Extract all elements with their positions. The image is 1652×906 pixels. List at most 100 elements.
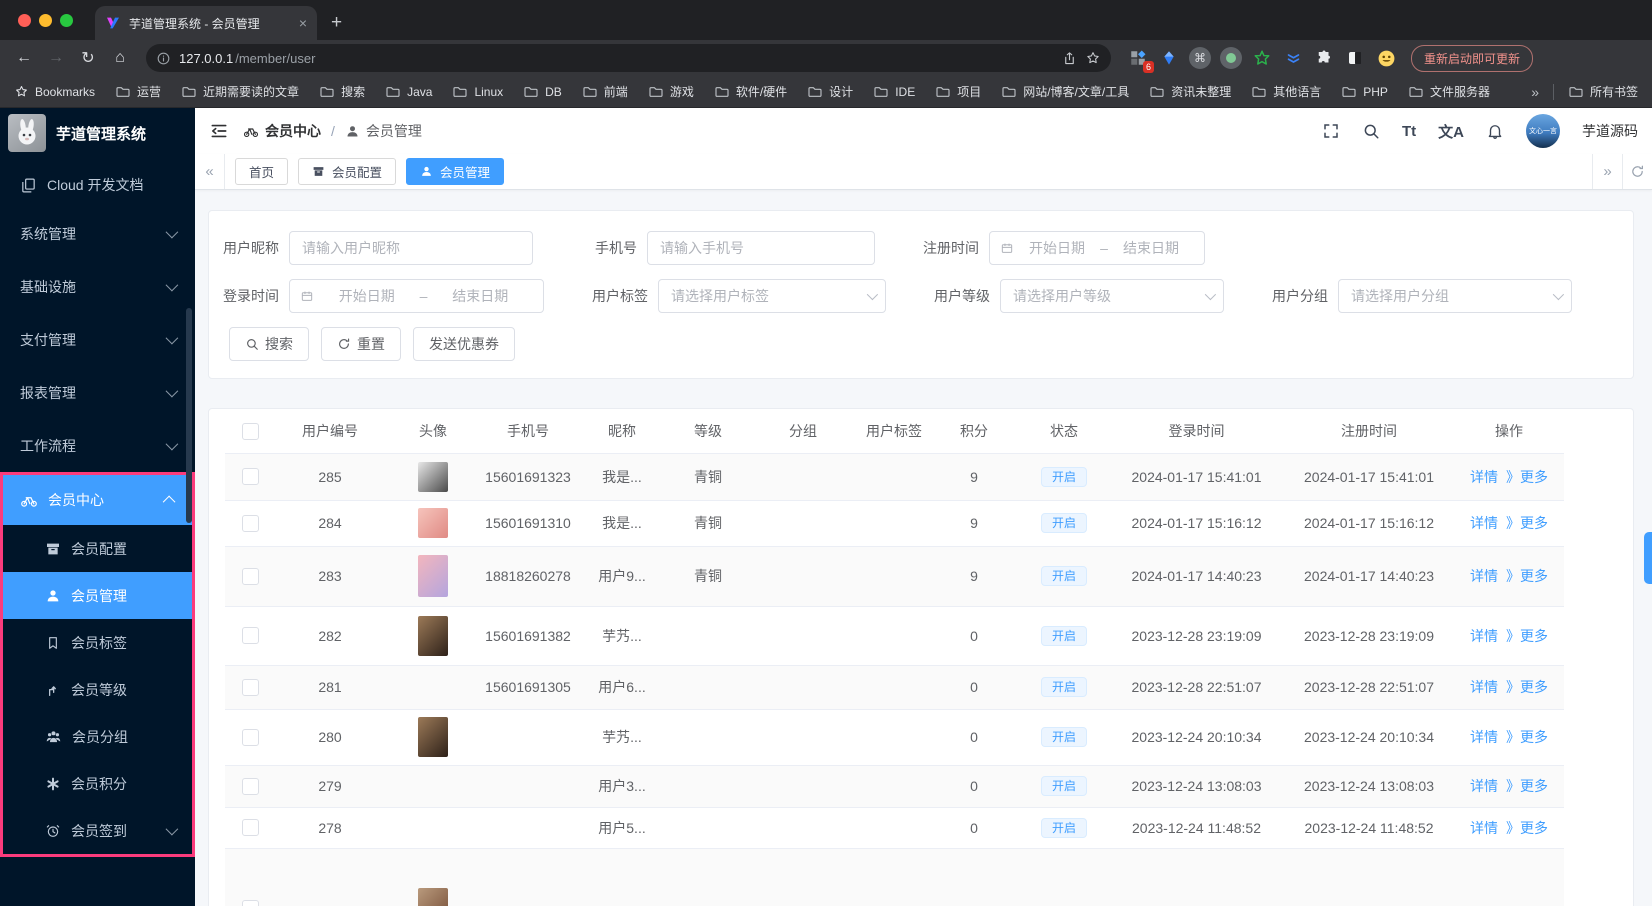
breadcrumb-member-center[interactable]: 会员中心 [243, 121, 321, 141]
tab-member-config[interactable]: 会员配置 [298, 158, 397, 185]
browser-update-button[interactable]: 重新启动即可更新 [1411, 44, 1534, 72]
row-checkbox[interactable] [241, 468, 259, 486]
user-level-select[interactable]: 请选择用户等级 [1000, 279, 1224, 313]
sidebar-group[interactable]: 工作流程 [0, 419, 195, 472]
bookmark-folder[interactable]: 设计 [807, 83, 853, 100]
detail-link[interactable]: 详情 [1470, 820, 1498, 836]
all-bookmarks-folder[interactable]: 所有书签 [1568, 83, 1638, 100]
extension-icon[interactable]: 6 [1127, 47, 1154, 73]
more-link[interactable]: 》更多 [1506, 515, 1548, 531]
extension-icon[interactable]: ⌘ [1189, 47, 1211, 69]
nickname-input[interactable] [289, 231, 533, 265]
row-checkbox[interactable] [241, 514, 259, 532]
row-checkbox[interactable] [241, 819, 259, 837]
sidebar-item-member-config[interactable]: 会员配置 [3, 525, 192, 572]
login-time-range[interactable]: 开始日期 – 结束日期 [289, 279, 544, 313]
notification-bell-icon[interactable] [1486, 122, 1504, 140]
row-checkbox[interactable] [241, 627, 259, 645]
extension-icon[interactable] [1282, 47, 1304, 69]
forward-button[interactable]: → [42, 44, 70, 72]
sidebar-item-member-point[interactable]: 会员积分 [3, 760, 192, 807]
sidebar-group[interactable]: 基础设施 [0, 260, 195, 313]
close-window-button[interactable] [18, 14, 31, 27]
bookmarks-overflow-chevron[interactable]: » [1531, 84, 1539, 100]
detail-link[interactable]: 详情 [1470, 469, 1498, 485]
bookmark-folder[interactable]: 软件/硬件 [714, 83, 787, 100]
bookmarks-root-folder[interactable]: Bookmarks [14, 84, 95, 99]
detail-link[interactable]: 详情 [1470, 729, 1498, 745]
more-link[interactable]: 》更多 [1506, 820, 1548, 836]
tab-home[interactable]: 首页 [235, 158, 289, 185]
user-group-select[interactable]: 请选择用户分组 [1338, 279, 1572, 313]
font-size-icon[interactable]: Tt [1402, 123, 1416, 140]
bookmark-folder[interactable]: 近期需要读的文章 [181, 83, 299, 100]
sidebar-item-member-tag[interactable]: 会员标签 [3, 619, 192, 666]
more-link[interactable]: 》更多 [1506, 628, 1548, 644]
bookmark-folder[interactable]: 资讯未整理 [1149, 83, 1231, 100]
site-info-icon[interactable] [156, 51, 171, 66]
row-checkbox[interactable] [241, 678, 259, 696]
detail-link[interactable]: 详情 [1470, 568, 1498, 584]
extension-icon[interactable] [1344, 47, 1366, 69]
sidebar-item-member-center[interactable]: 会员中心 [3, 475, 192, 525]
user-tag-select[interactable]: 请选择用户标签 [658, 279, 886, 313]
home-button[interactable]: ⌂ [106, 44, 134, 72]
row-checkbox[interactable] [241, 777, 259, 795]
bookmark-folder[interactable]: PHP [1341, 84, 1388, 100]
row-checkbox[interactable] [241, 728, 259, 746]
bookmark-star-icon[interactable] [1085, 50, 1101, 66]
sidebar-item-cloud-doc[interactable]: Cloud 开发文档 [0, 163, 195, 207]
detail-link[interactable]: 详情 [1470, 628, 1498, 644]
new-tab-button[interactable]: + [331, 12, 342, 34]
bookmark-folder[interactable]: 搜索 [319, 83, 365, 100]
collapse-menu-icon[interactable] [209, 121, 229, 141]
reload-button[interactable]: ↻ [74, 44, 102, 72]
share-icon[interactable] [1062, 51, 1077, 66]
row-checkbox[interactable] [241, 567, 259, 585]
maximize-window-button[interactable] [60, 14, 73, 27]
sidebar-item-member-group[interactable]: 会员分组 [3, 713, 192, 760]
more-link[interactable]: 》更多 [1506, 469, 1548, 485]
sidebar-item-member-sign[interactable]: 会员签到 [3, 807, 192, 854]
minimize-window-button[interactable] [39, 14, 52, 27]
bookmark-folder[interactable]: Java [385, 84, 432, 100]
user-avatar[interactable]: 文心一言 [1526, 114, 1560, 148]
reset-button[interactable]: 重置 [321, 327, 401, 361]
drawer-handle[interactable] [1644, 532, 1652, 584]
address-bar[interactable]: 127.0.0.1/member/user [146, 44, 1111, 72]
bookmark-folder[interactable]: 运营 [115, 83, 161, 100]
app-logo-row[interactable]: 芋道管理系统 [0, 108, 195, 158]
mobile-input[interactable] [647, 231, 875, 265]
send-coupon-button[interactable]: 发送优惠券 [413, 327, 515, 361]
emoji-extension-icon[interactable] [1375, 47, 1397, 69]
detail-link[interactable]: 详情 [1470, 515, 1498, 531]
breadcrumb-member-user[interactable]: 会员管理 [345, 121, 422, 141]
more-link[interactable]: 》更多 [1506, 568, 1548, 584]
select-all-checkbox[interactable] [241, 422, 259, 440]
sidebar-scrollbar[interactable] [186, 308, 192, 523]
sidebar-group[interactable]: 报表管理 [0, 366, 195, 419]
bookmark-folder[interactable]: 文件服务器 [1408, 83, 1490, 100]
back-button[interactable]: ← [10, 44, 38, 72]
bookmark-folder[interactable]: DB [523, 84, 562, 100]
puzzle-extension-icon[interactable] [1313, 47, 1335, 69]
fullscreen-icon[interactable] [1322, 122, 1340, 140]
more-link[interactable]: 》更多 [1506, 679, 1548, 695]
tabs-scroll-right[interactable]: » [1592, 154, 1622, 189]
tabs-refresh-icon[interactable] [1622, 154, 1652, 189]
sidebar-item-member-user[interactable]: 会员管理 [3, 572, 192, 619]
bookmark-folder[interactable]: IDE [873, 84, 915, 100]
bookmark-folder[interactable]: 前端 [582, 83, 628, 100]
sidebar-item-member-level[interactable]: 会员等级 [3, 666, 192, 713]
extension-icon[interactable] [1251, 47, 1273, 69]
detail-link[interactable]: 详情 [1470, 679, 1498, 695]
tabs-scroll-left[interactable]: « [195, 154, 225, 189]
bookmark-folder[interactable]: 游戏 [648, 83, 694, 100]
search-button[interactable]: 搜索 [229, 327, 309, 361]
sidebar-group[interactable]: 系统管理 [0, 207, 195, 260]
bookmark-folder[interactable]: 网站/博客/文章/工具 [1001, 83, 1129, 100]
more-link[interactable]: 》更多 [1506, 729, 1548, 745]
extension-icon[interactable] [1220, 47, 1242, 69]
locale-icon[interactable]: 文A [1438, 121, 1464, 142]
bookmark-folder[interactable]: Linux [452, 84, 503, 100]
